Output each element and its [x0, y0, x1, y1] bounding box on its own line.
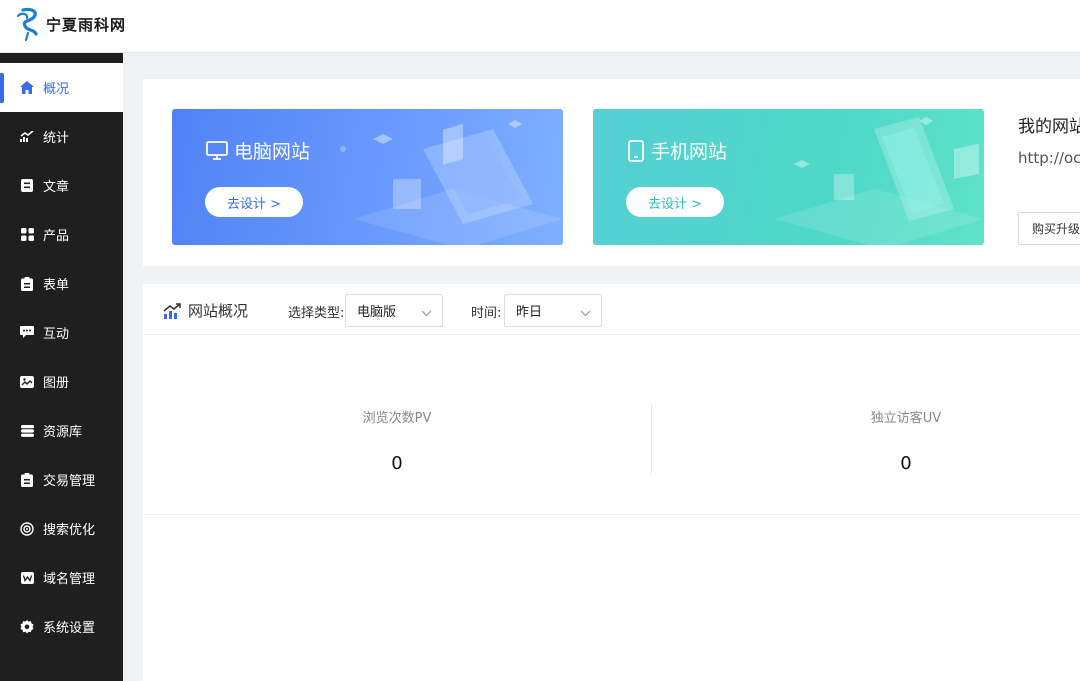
database-icon	[19, 423, 35, 439]
target-icon	[19, 521, 35, 537]
clipboard-icon	[19, 472, 35, 488]
top-header: 宁夏雨科网	[0, 0, 1080, 53]
logo[interactable]: 宁夏雨科网	[14, 6, 126, 42]
overview-title: 网站概况	[163, 300, 248, 321]
divider	[143, 514, 1080, 515]
album-icon	[19, 374, 35, 390]
sidebar-item-articles[interactable]: 文章	[0, 161, 123, 210]
time-select[interactable]: 昨日	[504, 294, 602, 327]
pv-metric: 浏览次数PV 0	[143, 335, 651, 515]
sidebar-item-label: 互动	[43, 327, 70, 342]
sidebar-item-label: 资源库	[43, 425, 83, 440]
mobile-site-title: 手机网站	[627, 137, 727, 164]
clipboard-icon	[19, 276, 35, 292]
sidebar-item-label: 产品	[43, 229, 70, 244]
site-overview-panel: 网站概况 选择类型: 电脑版 时间: 昨日 浏览次数PV 0 独立访客UV 0	[143, 284, 1080, 681]
sidebar-item-resources[interactable]: 资源库	[0, 406, 123, 455]
sidebar-item-settings[interactable]: 系统设置	[0, 602, 123, 651]
uv-label: 独立访客UV	[870, 411, 942, 426]
pc-design-button[interactable]: 去设计 >	[205, 187, 303, 217]
pv-label: 浏览次数PV	[362, 411, 432, 426]
monitor-icon	[206, 140, 228, 161]
my-site-title: 我的网站	[1018, 117, 1080, 137]
pc-illustration-icon	[340, 120, 563, 245]
sidebar-item-label: 概况	[43, 82, 70, 97]
my-site-url[interactable]: http://oc	[1018, 149, 1080, 167]
logo-icon	[16, 7, 38, 42]
sidebar-item-transactions[interactable]: 交易管理	[0, 455, 123, 504]
sidebar-item-seo[interactable]: 搜索优化	[0, 504, 123, 553]
home-icon	[19, 80, 35, 96]
sidebar: 概况 统计 文章 产品 表单 互动 图册 资源库 交易管理 搜索优化 域名管理 …	[0, 53, 123, 681]
sidebar-item-label: 搜索优化	[43, 523, 96, 538]
sidebar-item-label: 系统设置	[43, 621, 96, 636]
sidebar-item-label: 交易管理	[43, 474, 96, 489]
uv-metric: 独立访客UV 0	[652, 335, 1080, 515]
sidebar-item-album[interactable]: 图册	[0, 357, 123, 406]
article-icon	[19, 178, 35, 194]
sidebar-item-label: 图册	[43, 376, 70, 391]
chevron-down-icon	[421, 306, 432, 321]
sidebar-item-forms[interactable]: 表单	[0, 259, 123, 308]
sidebar-item-label: 域名管理	[43, 572, 96, 587]
mobile-illustration-icon	[774, 117, 984, 245]
sidebar-item-label: 表单	[43, 278, 70, 293]
type-filter-label: 选择类型:	[288, 306, 345, 321]
sidebar-item-interaction[interactable]: 互动	[0, 308, 123, 357]
phone-icon	[627, 139, 645, 162]
sidebar-item-label: 文章	[43, 180, 70, 195]
type-select[interactable]: 电脑版	[345, 294, 443, 327]
uv-value: 0	[900, 453, 912, 474]
sidebar-item-statistics[interactable]: 统计	[0, 112, 123, 161]
pv-value: 0	[391, 453, 403, 474]
upgrade-button[interactable]: 购买升级	[1018, 212, 1080, 245]
sidebar-item-domains[interactable]: 域名管理	[0, 553, 123, 602]
pc-site-banner[interactable]: 电脑网站 去设计 >	[172, 109, 563, 245]
site-panel: 电脑网站 去设计 > 手机网站 去设计 > 我的网站 http://oc 购买升…	[143, 79, 1080, 266]
sidebar-item-label: 统计	[43, 131, 70, 146]
mobile-site-banner[interactable]: 手机网站 去设计 >	[593, 109, 984, 245]
chevron-down-icon	[580, 306, 591, 321]
sidebar-item-overview[interactable]: 概况	[0, 63, 123, 112]
sidebar-item-products[interactable]: 产品	[0, 210, 123, 259]
time-filter-label: 时间:	[471, 306, 502, 321]
domain-icon	[19, 570, 35, 586]
pc-site-title: 电脑网站	[206, 137, 310, 164]
trend-chart-icon	[163, 302, 182, 319]
grid-icon	[19, 227, 35, 243]
overview-toolbar: 网站概况 选择类型: 电脑版 时间: 昨日	[143, 284, 1080, 335]
gear-icon	[19, 619, 35, 635]
logo-text: 宁夏雨科网	[46, 15, 127, 34]
mobile-design-button[interactable]: 去设计 >	[626, 187, 724, 217]
chat-icon	[19, 325, 35, 341]
chart-line-icon	[19, 129, 35, 145]
